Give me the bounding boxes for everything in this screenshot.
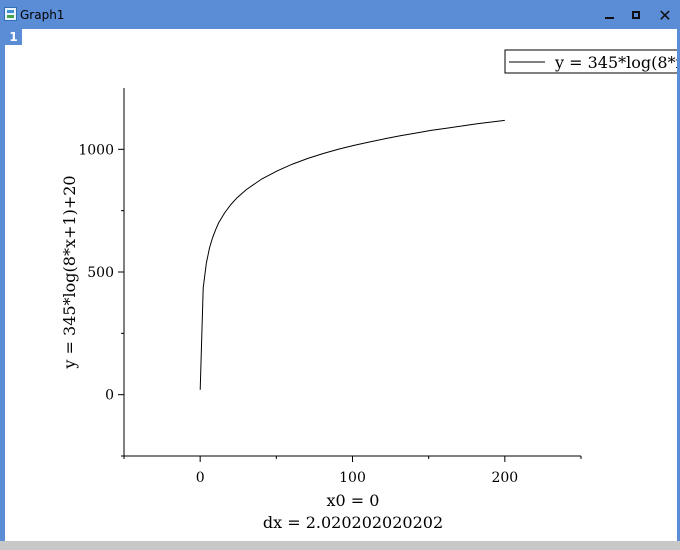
y-tick-label: 500 <box>87 265 114 281</box>
x-tick-label: 100 <box>339 470 366 486</box>
x-axis-label-line2: dx = 2.020202020202 <box>263 513 443 532</box>
graph-plot: 0 500 1000 0 100 200 y = 345*log(8*x+1)+20 x0… <box>60 49 680 532</box>
y-tick-label: 1000 <box>78 142 114 158</box>
series-line <box>199 119 505 390</box>
series-layer <box>199 119 505 390</box>
x-tick-label: 0 <box>196 470 205 486</box>
legend-entry: y = 345*log(8*x+1)+20 <box>554 53 680 72</box>
legend[interactable]: y = 345*log(8*x+1)+20 <box>504 49 680 74</box>
x-tick-label: 200 <box>491 470 518 486</box>
bottom-status-strip <box>0 541 680 550</box>
y-tick-label: 0 <box>105 388 114 404</box>
x-axis-label: x0 = 0 <box>327 491 380 510</box>
axes: 0 500 1000 0 100 200 <box>78 88 582 486</box>
y-axis-label: y = 345*log(8*x+1)+20 <box>60 175 79 369</box>
axis-labels: y = 345*log(8*x+1)+20 x0 = 0 dx = 2.0202… <box>60 175 443 532</box>
